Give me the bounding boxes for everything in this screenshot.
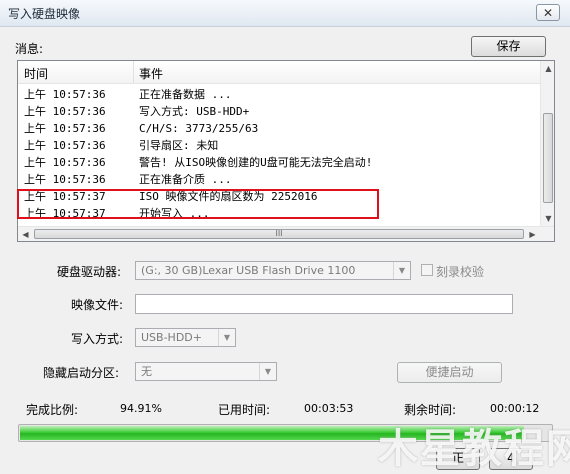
drive-select-value: (G:, 30 GB)Lexar USB Flash Drive 1100 <box>141 264 356 277</box>
scroll-right-icon[interactable]: ▶ <box>525 227 540 241</box>
vertical-scrollbar[interactable]: ▲ ▼ <box>540 61 554 226</box>
chevron-down-icon: ▼ <box>393 262 410 279</box>
hidden-partition-value: 无 <box>141 365 152 378</box>
log-time: 上午 10:57:36 <box>24 88 106 101</box>
close-button[interactable]: ✕ <box>536 4 560 21</box>
percent-value: 94.91% <box>120 402 162 415</box>
log-time: 上午 10:57:36 <box>24 105 106 118</box>
elapsed-label: 已用时间: <box>218 403 271 417</box>
log-time: 上午 10:57:36 <box>24 122 106 135</box>
log-event: 写入方式: USB-HDD+ <box>139 105 250 118</box>
hidden-partition-label: 隐藏启动分区: <box>43 366 120 380</box>
messages-label: 消息: <box>15 42 44 56</box>
write-mode-value: USB-HDD+ <box>141 331 202 344</box>
column-header-time[interactable]: 时间 <box>24 65 48 82</box>
highlight-annotation <box>17 189 379 219</box>
title-bar: 写入硬盘映像 ✕ <box>0 0 570 27</box>
write-mode-select[interactable]: USB-HDD+ ▼ <box>135 328 236 347</box>
log-row: 上午 10:57:36 写入方式: USB-HDD+ <box>18 104 540 119</box>
hidden-partition-select[interactable]: 无 ▼ <box>135 362 277 381</box>
verify-label: 刻录校验 <box>436 265 485 279</box>
chevron-down-icon: ▼ <box>259 363 276 380</box>
log-row: 上午 10:57:36 C/H/S: 3773/255/63 <box>18 121 540 136</box>
window-title: 写入硬盘映像 <box>8 7 81 21</box>
log-event: 引导扇区: 未知 <box>139 139 219 152</box>
quick-boot-button[interactable]: 便捷启动 <box>397 362 502 383</box>
scroll-left-icon[interactable]: ◀ <box>18 227 33 241</box>
remaining-value: 00:00:12 <box>490 402 540 415</box>
image-file-input[interactable] <box>135 294 513 314</box>
image-file-label: 映像文件: <box>71 298 124 312</box>
save-button[interactable]: 保存 <box>471 36 546 57</box>
log-row: 上午 10:57:36 警告! 从ISO映像创建的U盘可能无法完全启动! <box>18 155 540 170</box>
log-event: 警告! 从ISO映像创建的U盘可能无法完全启动! <box>139 156 373 169</box>
drive-label: 硬盘驱动器: <box>57 265 122 279</box>
log-event: 正在准备介质 ... <box>139 173 232 186</box>
log-time: 上午 10:57:36 <box>24 156 106 169</box>
log-time: 上午 10:57:36 <box>24 139 106 152</box>
verify-checkbox[interactable] <box>421 264 433 276</box>
percent-label: 完成比例: <box>26 403 79 417</box>
log-header: 时间 事件 <box>18 61 540 84</box>
write-mode-label: 写入方式: <box>71 332 124 346</box>
log-row: 上午 10:57:36 正在准备数据 ... <box>18 87 540 102</box>
watermark-text: 木星教程网 <box>378 426 570 472</box>
column-separator[interactable] <box>133 61 134 83</box>
horizontal-scrollbar[interactable]: ◀ III ▶ <box>18 226 554 241</box>
log-event: 正在准备数据 ... <box>139 88 232 101</box>
scroll-up-icon[interactable]: ▲ <box>541 61 554 76</box>
vertical-scroll-thumb[interactable] <box>543 113 553 203</box>
log-row: 上午 10:57:36 引导扇区: 未知 <box>18 138 540 153</box>
chevron-down-icon: ▼ <box>218 329 235 346</box>
close-icon: ✕ <box>542 6 554 20</box>
log-event: C/H/S: 3773/255/63 <box>139 122 259 135</box>
scroll-down-icon[interactable]: ▼ <box>541 211 554 226</box>
column-header-event[interactable]: 事件 <box>139 65 163 82</box>
elapsed-value: 00:03:53 <box>304 402 354 415</box>
scroll-grip-icon: III <box>275 229 283 238</box>
drive-select[interactable]: (G:, 30 GB)Lexar USB Flash Drive 1100 ▼ <box>135 261 411 280</box>
log-time: 上午 10:57:36 <box>24 173 106 186</box>
horizontal-scroll-thumb[interactable]: III <box>34 229 524 239</box>
log-row: 上午 10:57:36 正在准备介质 ... <box>18 172 540 187</box>
